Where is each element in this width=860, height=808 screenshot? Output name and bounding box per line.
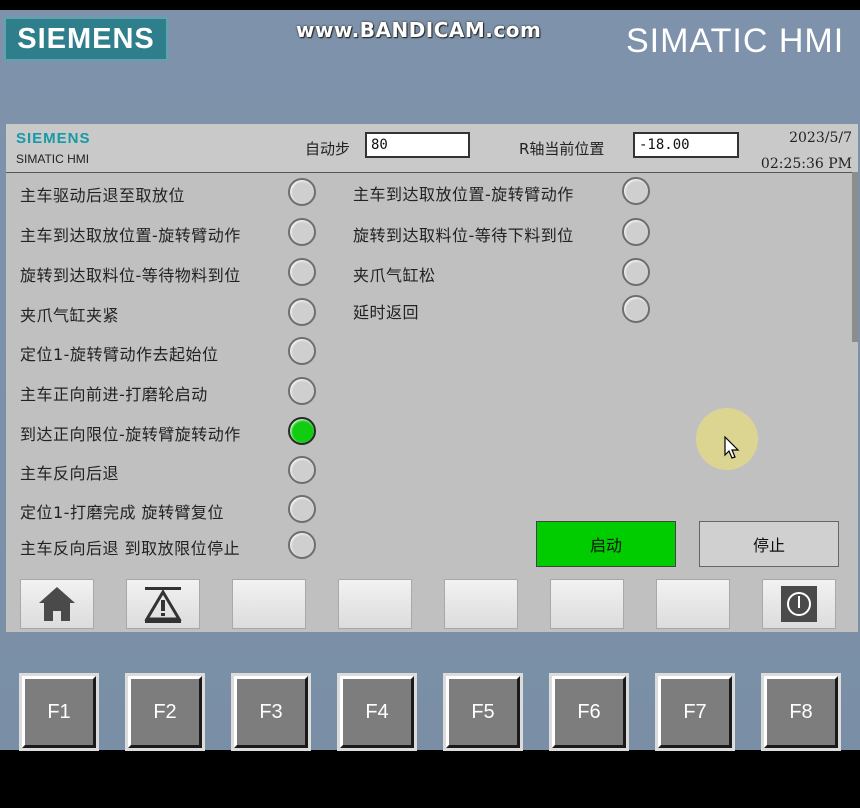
nav-home-button[interactable] (20, 579, 94, 629)
recorder-watermark: www.BANDICAM.com (296, 18, 542, 42)
step-label: 主车到达取放位置-旋转臂动作 (20, 226, 241, 245)
power-icon (781, 586, 817, 622)
step-row: 延时返回 (353, 294, 656, 324)
nav-button-4[interactable] (338, 579, 412, 629)
step-label: 旋转到达取料位-等待物料到位 (20, 266, 241, 285)
function-key-f7[interactable]: F7 (658, 676, 732, 748)
step-label: 夹爪气缸夹紧 (20, 306, 120, 325)
mouse-pointer-icon (724, 436, 740, 459)
header-divider (6, 172, 858, 173)
step-indicator-lamp (288, 218, 316, 246)
scrollbar[interactable] (852, 172, 858, 342)
step-label: 主车到达取放位置-旋转臂动作 (353, 185, 574, 204)
function-key-f1[interactable]: F1 (22, 676, 96, 748)
stop-button[interactable]: 停止 (699, 521, 839, 567)
step-label: 定位1-打磨完成 旋转臂复位 (20, 503, 225, 522)
step-indicator-lamp (288, 495, 316, 523)
step-indicator-lamp (288, 337, 316, 365)
screen-header: SIEMENS SIMATIC HMI 自动步 80 R轴当前位置 -18.00… (6, 124, 858, 172)
function-key-f2[interactable]: F2 (128, 676, 202, 748)
step-indicator-lamp (288, 298, 316, 326)
nav-power-button[interactable] (762, 579, 836, 629)
step-row: 定位1-旋转臂动作去起始位 (20, 336, 322, 366)
function-key-f8[interactable]: F8 (764, 676, 838, 748)
step-row: 夹爪气缸松 (353, 257, 656, 287)
step-row: 夹爪气缸夹紧 (20, 297, 322, 327)
step-indicator-lamp (288, 377, 316, 405)
r-axis-position-field[interactable]: -18.00 (633, 132, 739, 158)
step-label: 定位1-旋转臂动作去起始位 (20, 345, 219, 364)
nav-button-5[interactable] (444, 579, 518, 629)
auto-step-field[interactable]: 80 (365, 132, 470, 158)
start-button[interactable]: 启动 (536, 521, 676, 567)
product-name: SIMATIC HMI (626, 22, 845, 60)
step-indicator-lamp-on (288, 417, 316, 445)
step-label: 到达正向限位-旋转臂旋转动作 (20, 425, 241, 444)
nav-button-6[interactable] (550, 579, 624, 629)
function-key-f4[interactable]: F4 (340, 676, 414, 748)
step-row: 定位1-打磨完成 旋转臂复位 (20, 494, 322, 524)
step-indicator-lamp (288, 178, 316, 206)
step-indicator-lamp (288, 456, 316, 484)
step-indicator-lamp (622, 177, 650, 205)
step-indicator-lamp (622, 258, 650, 286)
step-row: 主车反向后退 到取放限位停止 (20, 530, 322, 560)
screen-brand-logo: SIEMENS (16, 130, 91, 147)
home-icon (39, 587, 75, 621)
step-row: 主车正向前进-打磨轮启动 (20, 376, 322, 406)
step-row: 旋转到达取料位-等待下料到位 (353, 217, 656, 247)
siemens-logo: SIEMENS (4, 17, 168, 61)
step-indicator-lamp (288, 531, 316, 559)
step-row: 主车反向后退 (20, 455, 322, 485)
auto-step-label: 自动步 (305, 140, 351, 158)
date-display: 2023/5/7 (789, 130, 852, 146)
function-key-f5[interactable]: F5 (446, 676, 520, 748)
nav-button-3[interactable] (232, 579, 306, 629)
time-display: 02:25:36 PM (760, 156, 852, 172)
step-row: 主车驱动后退至取放位 (20, 177, 322, 207)
r-axis-position-label: R轴当前位置 (519, 140, 605, 158)
nav-alarm-button[interactable] (126, 579, 200, 629)
step-indicator-lamp (622, 218, 650, 246)
step-label: 主车反向后退 到取放限位停止 (20, 539, 241, 558)
step-row: 主车到达取放位置-旋转臂动作 (20, 217, 322, 247)
step-row: 主车到达取放位置-旋转臂动作 (353, 176, 656, 206)
step-label: 主车正向前进-打磨轮启动 (20, 385, 208, 404)
hmi-screen: SIEMENS SIMATIC HMI 自动步 80 R轴当前位置 -18.00… (6, 124, 858, 632)
step-label: 旋转到达取料位-等待下料到位 (353, 226, 574, 245)
nav-button-7[interactable] (656, 579, 730, 629)
step-row: 到达正向限位-旋转臂旋转动作 (20, 416, 322, 446)
function-key-f3[interactable]: F3 (234, 676, 308, 748)
step-label: 夹爪气缸松 (353, 266, 436, 285)
step-label: 主车反向后退 (20, 464, 120, 483)
step-indicator-lamp (622, 295, 650, 323)
alarm-warning-icon (144, 587, 182, 623)
top-black-bar (0, 0, 860, 10)
step-row: 旋转到达取料位-等待物料到位 (20, 257, 322, 287)
step-label: 主车驱动后退至取放位 (20, 186, 186, 205)
step-indicator-lamp (288, 258, 316, 286)
bottom-black-bar (0, 750, 860, 808)
function-key-f6[interactable]: F6 (552, 676, 626, 748)
step-label: 延时返回 (353, 303, 420, 322)
screen-product-label: SIMATIC HMI (16, 152, 90, 166)
